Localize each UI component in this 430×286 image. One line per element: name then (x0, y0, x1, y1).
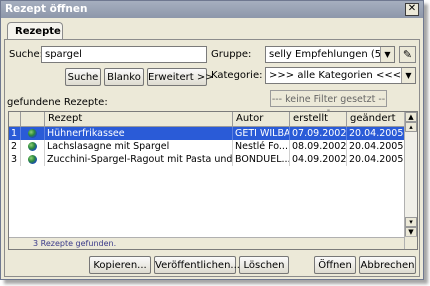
search-input[interactable]: spargel (41, 46, 207, 63)
recipe-modified: 20.04.2005 (349, 140, 405, 153)
dialog-window: Rezept öffnen ✕ Rezepte Suche: spargel S… (0, 0, 424, 280)
publish-button[interactable]: Veröffentlichen... (154, 256, 240, 274)
recipe-created: 07.09.2002 (292, 127, 347, 140)
recipe-created: 04.09.2002 (292, 153, 347, 166)
recipe-author: GETI WILBA (235, 127, 290, 140)
group-value: selly Empfehlungen (57) (269, 49, 392, 60)
close-button[interactable]: ✕ (405, 3, 419, 16)
category-label: Kategorie: (211, 70, 263, 81)
filter-status: --- keine Filter gesetzt --- (270, 90, 387, 116)
recipe-modified: 20.04.2005 (349, 127, 405, 140)
table-row[interactable]: 1 Hühnerfrikassee GETI WILBA 07.09.2002 … (9, 127, 405, 140)
recipe-name: Lachslasagne mit Spargel (45, 140, 233, 153)
column-header-modified[interactable]: geändert (347, 112, 405, 127)
recipe-name: Zucchini-Spargel-Ragout mit Pasta und L.… (47, 153, 233, 166)
category-value: >>> alle Kategorien <<< (269, 70, 402, 81)
wand-icon[interactable]: ✎ (399, 46, 416, 63)
recipe-author: BONDUEL... (235, 153, 290, 166)
cancel-button[interactable]: Abbrechen (359, 256, 416, 274)
group-label: Gruppe: (211, 49, 252, 60)
row-number: 1 (9, 127, 21, 140)
search-button[interactable]: Suche (65, 68, 101, 86)
open-button[interactable]: Öffnen (314, 256, 356, 274)
recipe-created: 08.09.2002 (292, 140, 347, 153)
group-select[interactable]: selly Empfehlungen (57) ▼ (265, 46, 395, 63)
advanced-button[interactable]: Erweitert >> (147, 68, 214, 86)
column-header-created[interactable]: erstellt (290, 112, 347, 127)
recipe-name: Hühnerfrikassee (45, 127, 233, 140)
recipe-table: Rezept Autor erstellt geändert 1 Hühnerf… (8, 111, 418, 250)
delete-button[interactable]: Löschen (239, 256, 289, 274)
row-number: 2 (9, 140, 21, 153)
window-title: Rezept öffnen (5, 3, 88, 15)
recipe-author: Nestlé Fo... (233, 140, 290, 153)
table-header: Rezept Autor erstellt geändert (9, 112, 405, 127)
scroll-right-icon[interactable] (404, 236, 417, 249)
scroll-down-icon[interactable]: ▾ (405, 217, 417, 227)
column-header-number[interactable] (9, 112, 21, 127)
globe-icon (21, 127, 45, 140)
recipe-modified: 20.04.2005 (349, 153, 405, 166)
column-header-recipe[interactable]: Rezept (45, 112, 233, 127)
copy-button[interactable]: Kopieren... (89, 256, 151, 274)
recipe-panel: Suche: spargel Suche Blanko Erweitert >>… (4, 39, 420, 277)
vertical-scrollbar[interactable]: ▲ ▴ ▾ ▼ (404, 112, 417, 237)
tab-rezepte[interactable]: Rezepte (7, 22, 63, 40)
results-label: gefundene Rezepte: (7, 97, 108, 108)
table-row[interactable]: 3 Zucchini-Spargel-Ragout mit Pasta und … (9, 153, 405, 166)
results-count: 3 Rezepte gefunden. (9, 237, 405, 249)
table-row[interactable]: 2 Lachslasagne mit Spargel Nestlé Fo... … (9, 140, 405, 153)
globe-icon (21, 153, 45, 166)
chevron-down-icon[interactable]: ▼ (380, 47, 394, 62)
chevron-down-icon[interactable]: ▼ (401, 68, 415, 83)
clear-button[interactable]: Blanko (104, 68, 144, 86)
title-bar[interactable]: Rezept öffnen ✕ (1, 1, 423, 18)
column-header-author[interactable]: Autor (233, 112, 290, 127)
search-label: Suche: (9, 49, 44, 60)
category-select[interactable]: >>> alle Kategorien <<< ▼ (265, 67, 416, 84)
column-header-icon[interactable] (21, 112, 45, 127)
row-number: 3 (9, 153, 21, 166)
scroll-top-icon[interactable]: ▲ (405, 112, 417, 122)
scroll-up-icon[interactable]: ▴ (405, 122, 417, 132)
globe-icon (21, 140, 45, 153)
